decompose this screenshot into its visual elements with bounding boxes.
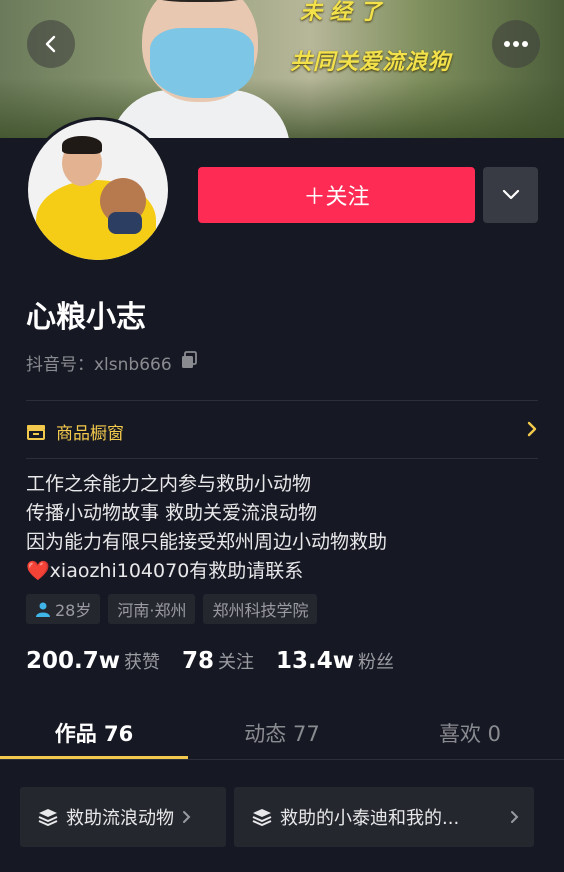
more-options-dropdown[interactable] — [483, 167, 538, 223]
avatar-hair — [62, 136, 102, 154]
active-tab-indicator — [0, 756, 188, 759]
bio-line: 因为能力有限只能接受郑州周边小动物救助 — [26, 531, 388, 553]
tab-likes[interactable]: 喜欢 0 — [376, 706, 564, 760]
stack-icon — [38, 809, 58, 826]
divider — [26, 400, 538, 401]
likes-count[interactable]: 200.7w — [26, 648, 120, 674]
avatar-dog-shirt — [108, 212, 142, 234]
divider — [26, 458, 538, 459]
tab-works[interactable]: 作品 76 — [0, 706, 188, 760]
douyin-id-row: 抖音号：xlsnb666 — [26, 350, 198, 375]
followers-label: 粉丝 — [358, 652, 395, 673]
banner-caption-top: 未 经 了 — [300, 0, 382, 25]
chevron-right-icon — [183, 811, 191, 823]
shop-icon — [27, 425, 45, 440]
douyin-id-label: 抖音号： — [26, 355, 94, 375]
bio-line: 工作之余能力之内参与救助小动物 — [26, 473, 312, 495]
person-icon — [36, 602, 50, 617]
bio-line: ❤️xiaozhi104070有救助请联系 — [26, 557, 387, 586]
heart-icon: ❤️ — [26, 560, 50, 582]
collections: 救助流浪动物 救助的小泰迪和我的... — [20, 787, 534, 847]
collection-title: 救助流浪动物 — [66, 808, 174, 829]
follow-button[interactable]: ＋关注 — [198, 167, 475, 223]
collection-title: 救助的小泰迪和我的... — [280, 808, 460, 829]
avatar[interactable] — [28, 120, 168, 260]
profile-stats: 200.7w 获赞 78 关注 13.4w 粉丝 — [26, 648, 416, 674]
following-label: 关注 — [218, 652, 255, 673]
banner-caption: 共同关爱流浪狗 — [290, 49, 452, 75]
following-count[interactable]: 78 — [182, 648, 214, 674]
collection-item[interactable]: 救助的小泰迪和我的... — [234, 787, 534, 847]
bio: 工作之余能力之内参与救助小动物 传播小动物故事 救助关爱流浪动物 因为能力有限只… — [26, 470, 387, 586]
chevron-right-icon — [527, 421, 537, 437]
tab-divider — [0, 759, 564, 760]
bio-line: 传播小动物故事 救助关爱流浪动物 — [26, 502, 318, 524]
more-button[interactable] — [492, 20, 540, 68]
location-tag: 河南·郑州 — [108, 594, 196, 624]
cover-banner: 未 经 了 共同关爱流浪狗 — [0, 0, 564, 138]
chevron-left-icon — [45, 35, 56, 53]
chevron-down-icon — [502, 189, 519, 200]
followers-count[interactable]: 13.4w — [276, 648, 354, 674]
profile-name: 心粮小志 — [26, 300, 146, 335]
likes-label: 获赞 — [124, 652, 160, 673]
bio-contact: xiaozhi104070有救助请联系 — [49, 560, 304, 582]
school-tag: 郑州科技学院 — [203, 594, 318, 624]
shop-window-label: 商品橱窗 — [56, 423, 124, 444]
banner-person — [110, 0, 290, 138]
copy-icon[interactable] — [180, 351, 198, 374]
stack-icon — [252, 809, 272, 826]
profile-tags: 28岁 河南·郑州 郑州科技学院 — [26, 594, 318, 624]
chevron-right-icon — [511, 811, 519, 823]
banner-person-mask — [150, 28, 254, 98]
collection-item[interactable]: 救助流浪动物 — [20, 787, 226, 847]
age-tag-label: 28岁 — [55, 601, 92, 620]
more-dots-icon — [504, 41, 528, 47]
douyin-id: xlsnb666 — [94, 355, 172, 375]
back-button[interactable] — [27, 20, 75, 68]
age-tag: 28岁 — [26, 594, 101, 624]
shop-window-row[interactable]: 商品橱窗 — [26, 414, 542, 448]
profile-tabs: 作品 76 动态 77 喜欢 0 — [0, 706, 564, 760]
tab-dynamics[interactable]: 动态 77 — [188, 706, 376, 760]
